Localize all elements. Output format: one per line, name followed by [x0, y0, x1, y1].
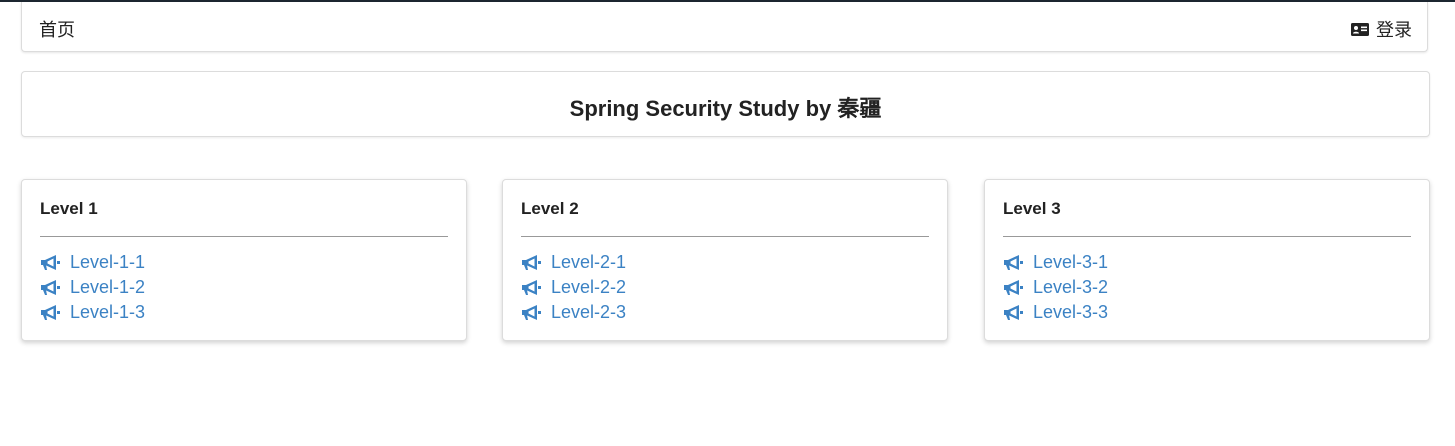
card-title: Level 3: [1003, 199, 1061, 218]
link-level-1-2[interactable]: Level-1-2: [40, 275, 145, 300]
bullhorn-icon: [522, 305, 541, 320]
bullhorn-icon: [522, 280, 541, 295]
login-label: 登录: [1376, 20, 1412, 40]
link-level-1-3[interactable]: Level-1-3: [40, 300, 145, 325]
card-title: Level 1: [40, 199, 98, 218]
card-level-3: Level 3 Level-3-1 Level-3-2 Level-3-3: [984, 179, 1430, 341]
link-label: Level-2-2: [551, 277, 627, 297]
link-level-1-1[interactable]: Level-1-1: [40, 250, 145, 275]
page-title: Spring Security Study by 秦疆: [569, 96, 882, 121]
card-title: Level 2: [521, 199, 579, 218]
link-level-2-3[interactable]: Level-2-3: [521, 300, 626, 325]
link-label: Level-1-1: [70, 252, 146, 272]
divider: [521, 236, 929, 237]
bullhorn-icon: [41, 305, 60, 320]
link-label: Level-2-1: [551, 252, 627, 272]
bullhorn-icon: [41, 280, 60, 295]
bullhorn-icon: [1004, 255, 1023, 270]
card-level-1: Level 1 Level-1-1 Level-1-2 Level-1-3: [21, 179, 467, 341]
link-label: Level-2-3: [551, 302, 627, 322]
divider: [40, 236, 448, 237]
link-level-2-2[interactable]: Level-2-2: [521, 275, 626, 300]
divider: [1003, 236, 1411, 237]
link-level-2-1[interactable]: Level-2-1: [521, 250, 626, 275]
title-segment: Spring Security Study by 秦疆: [21, 71, 1430, 137]
bullhorn-icon: [1004, 280, 1023, 295]
login-link[interactable]: 登录: [1351, 16, 1412, 42]
bullhorn-icon: [522, 255, 541, 270]
link-label: Level-3-2: [1033, 277, 1109, 297]
link-label: Level-1-2: [70, 277, 146, 297]
link-label: Level-1-3: [70, 302, 146, 322]
bullhorn-icon: [41, 255, 60, 270]
link-level-3-1[interactable]: Level-3-1: [1003, 250, 1108, 275]
id-card-icon: [1351, 22, 1369, 36]
link-level-3-3[interactable]: Level-3-3: [1003, 300, 1108, 325]
link-list: Level-2-1 Level-2-2 Level-2-3: [521, 250, 626, 325]
link-level-3-2[interactable]: Level-3-2: [1003, 275, 1108, 300]
link-label: Level-3-1: [1033, 252, 1109, 272]
card-level-2: Level 2 Level-2-1 Level-2-2 Level-2-3: [502, 179, 948, 341]
bullhorn-icon: [1004, 305, 1023, 320]
link-list: Level-3-1 Level-3-2 Level-3-3: [1003, 250, 1108, 325]
home-link[interactable]: 首页: [39, 16, 75, 42]
top-menu: 首页 登录: [21, 2, 1428, 52]
link-list: Level-1-1 Level-1-2 Level-1-3: [40, 250, 145, 325]
link-label: Level-3-3: [1033, 302, 1109, 322]
